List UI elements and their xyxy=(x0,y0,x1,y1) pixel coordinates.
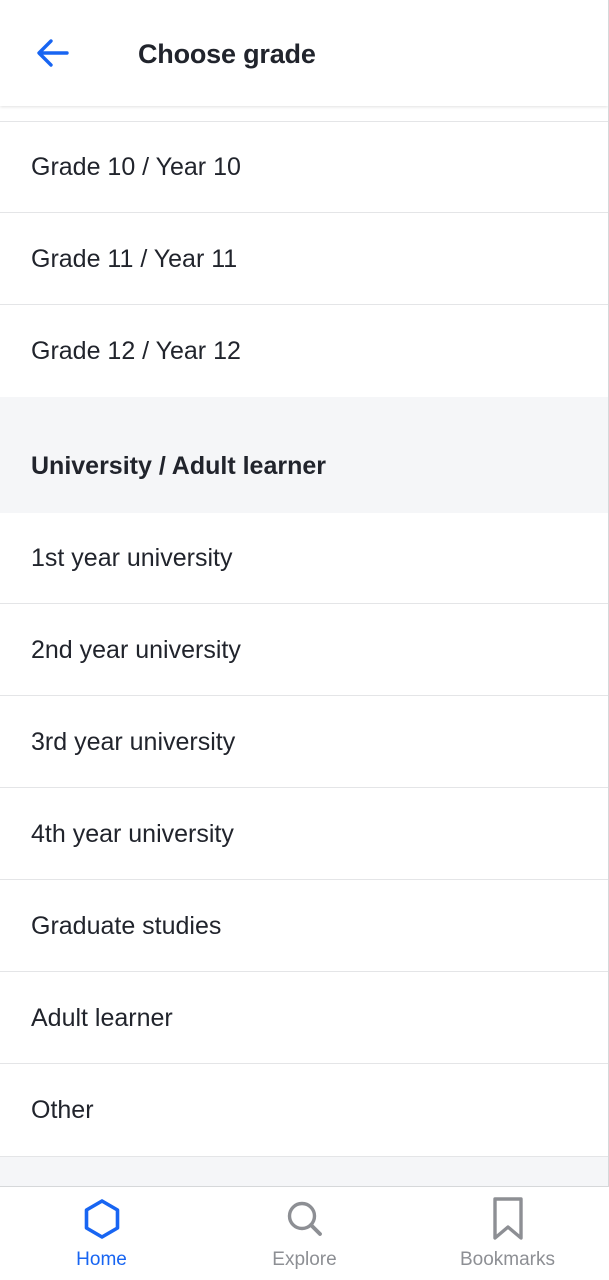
nav-bookmarks-label: Bookmarks xyxy=(459,1249,556,1270)
nav-bookmarks[interactable]: Bookmarks xyxy=(406,1187,609,1280)
list-item-other[interactable]: Other xyxy=(0,1065,608,1156)
hexagon-home-icon xyxy=(80,1197,124,1241)
back-button[interactable] xyxy=(22,22,84,84)
list-footer-spacer xyxy=(0,1156,608,1186)
list-item-2nd-year[interactable]: 2nd year university xyxy=(0,605,608,696)
section-title: University / Adult learner xyxy=(31,452,326,480)
list-item-label: Grade 12 / Year 12 xyxy=(31,337,241,365)
list-item-label: Grade 11 / Year 11 xyxy=(31,245,238,273)
list-item-grade-10[interactable]: Grade 10 / Year 10 xyxy=(0,122,608,213)
list-item-grade-11[interactable]: Grade 11 / Year 11 xyxy=(0,214,608,305)
bookmark-icon xyxy=(486,1197,530,1241)
section-header: University / Adult learner xyxy=(0,397,608,513)
list-item-3rd-year[interactable]: 3rd year university xyxy=(0,697,608,788)
list-item-grade-12[interactable]: Grade 12 / Year 12 xyxy=(0,306,608,397)
search-icon xyxy=(283,1197,327,1241)
arrow-left-icon xyxy=(37,39,69,67)
app-bar: Choose grade xyxy=(0,0,608,106)
list-item-label: Adult learner xyxy=(31,1004,173,1032)
list-item-label: Grade 10 / Year 10 xyxy=(31,153,241,181)
list-item-label: Graduate studies xyxy=(31,912,222,940)
bottom-navigation: Home Explore Bookmarks xyxy=(0,1186,609,1280)
list-item-label: 1st year university xyxy=(31,544,233,572)
page-title: Choose grade xyxy=(138,39,316,69)
list-item-label: Other xyxy=(31,1096,94,1124)
grade-list[interactable]: Grade 10 / Year 10 Grade 11 / Year 11 Gr… xyxy=(0,106,608,1186)
list-item-adult-learner[interactable]: Adult learner xyxy=(0,973,608,1064)
nav-explore[interactable]: Explore xyxy=(203,1187,406,1280)
list-item-label: 2nd year university xyxy=(31,636,241,664)
nav-home[interactable]: Home xyxy=(0,1187,203,1280)
list-item-1st-year[interactable]: 1st year university xyxy=(0,513,608,604)
list-item-label: 3rd year university xyxy=(31,728,236,756)
list-item-4th-year[interactable]: 4th year university xyxy=(0,789,608,880)
list-item-graduate-studies[interactable]: Graduate studies xyxy=(0,881,608,972)
nav-explore-label: Explore xyxy=(272,1249,337,1270)
nav-home-label: Home xyxy=(76,1249,127,1270)
list-item-label: 4th year university xyxy=(31,820,234,848)
